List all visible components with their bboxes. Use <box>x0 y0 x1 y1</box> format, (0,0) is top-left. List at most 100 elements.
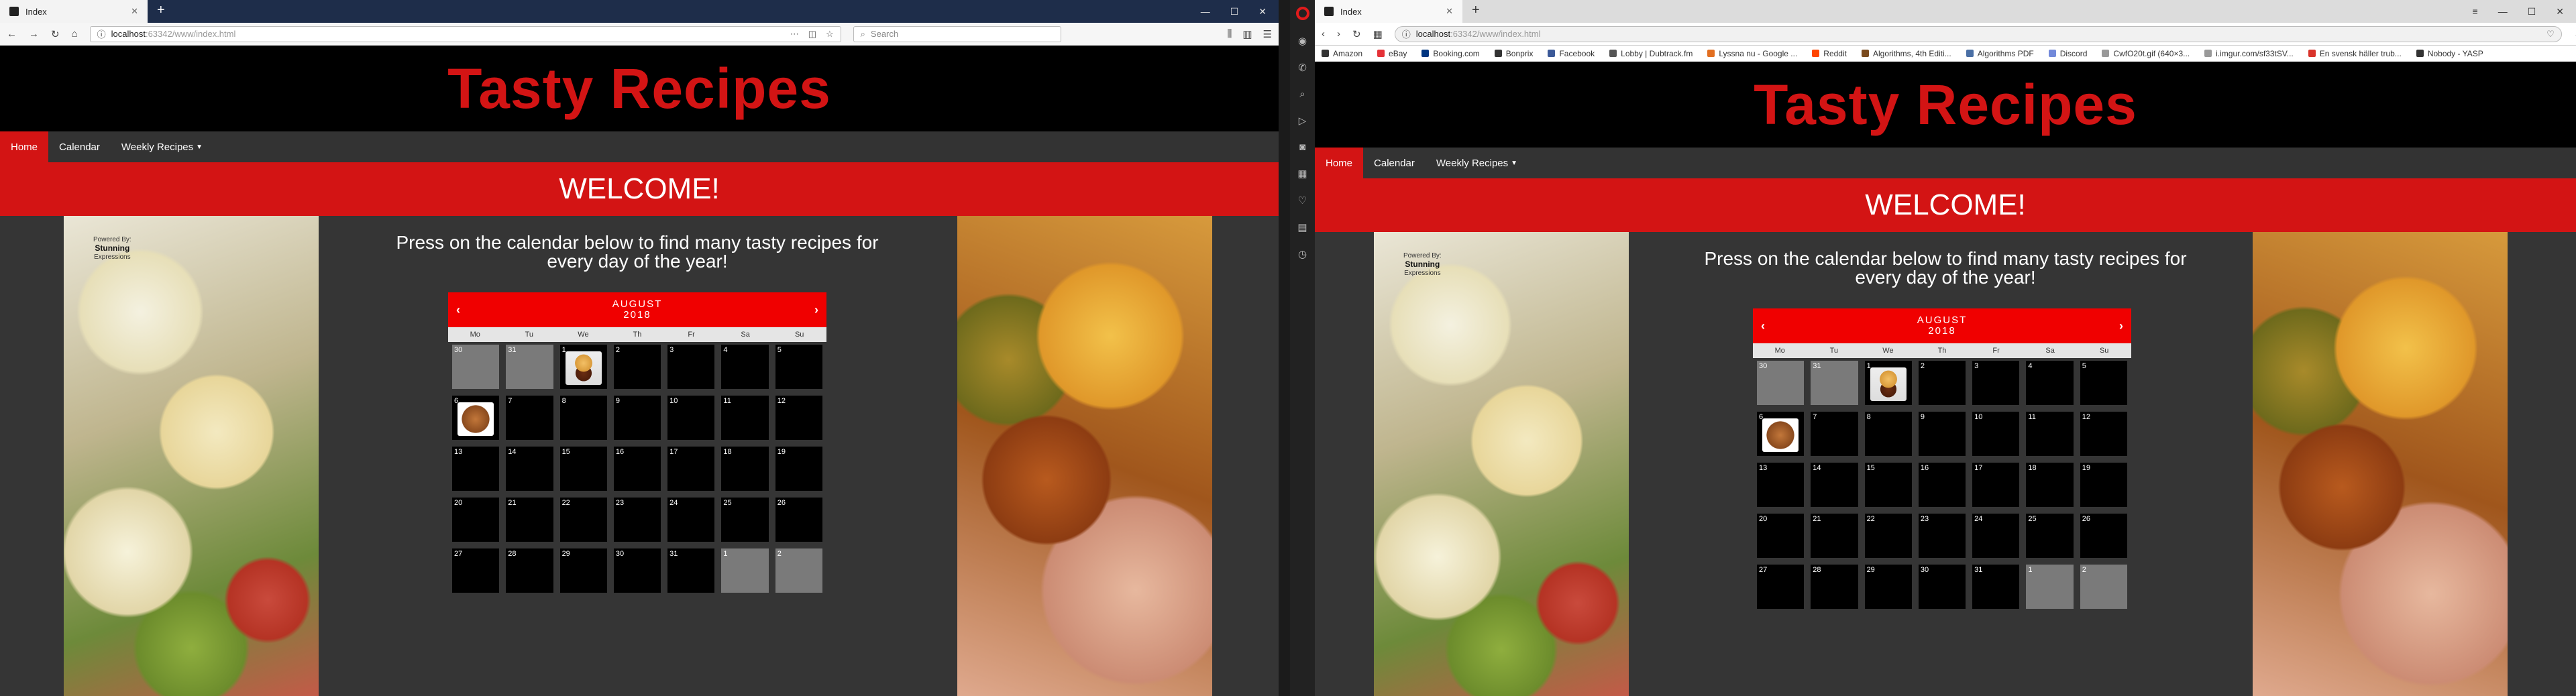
prev-month-icon[interactable]: ‹ <box>456 303 460 317</box>
calendar-day[interactable]: 20 <box>1757 514 1805 558</box>
calendar-day[interactable]: 24 <box>667 498 715 542</box>
calendar-day[interactable]: 2 <box>1918 361 1966 405</box>
bookmark-item[interactable]: Bonprix <box>1494 49 1533 58</box>
calendar-day[interactable]: 8 <box>559 396 607 440</box>
calendar-day[interactable]: 16 <box>1918 463 1966 507</box>
reload-icon[interactable]: ↻ <box>51 28 60 40</box>
calendar-day[interactable]: 30 <box>613 548 661 593</box>
calendar-day[interactable]: 25 <box>2026 514 2074 558</box>
recipe-thumbnail-burger[interactable] <box>565 351 602 385</box>
calendar-day[interactable]: 2 <box>613 345 661 389</box>
bookmark-item[interactable]: Lobby | Dubtrack.fm <box>1609 49 1693 58</box>
bookmark-item[interactable]: i.imgur.com/sf33tSV... <box>2204 49 2294 58</box>
calendar-day[interactable]: 13 <box>452 447 500 491</box>
reload-icon[interactable]: ↻ <box>1352 28 1361 40</box>
bookmark-star-icon[interactable]: ☆ <box>826 29 834 40</box>
calendar-day[interactable]: 15 <box>1864 463 1912 507</box>
calendar-day[interactable]: 31 <box>506 345 553 389</box>
prev-month-icon[interactable]: ‹ <box>1761 319 1765 333</box>
calendar-day[interactable]: 31 <box>1811 361 1858 405</box>
forward-icon[interactable]: → <box>29 28 39 40</box>
flow-icon[interactable]: ▷ <box>1299 115 1307 127</box>
bookmark-item[interactable]: Amazon <box>1322 49 1362 58</box>
bookmark-item[interactable]: Lyssna nu - Google ... <box>1707 49 1797 58</box>
calendar-day[interactable]: 17 <box>667 447 715 491</box>
sidebar-toggle-icon[interactable]: ▥ <box>1242 28 1252 40</box>
nav-home-link[interactable]: Home <box>1315 148 1364 178</box>
minimize-icon[interactable]: — <box>2498 6 2508 17</box>
info-icon[interactable]: ⓘ <box>1402 27 1411 40</box>
calendar-day[interactable]: 19 <box>2080 463 2127 507</box>
calendar-day[interactable]: 30 <box>1918 565 1966 609</box>
bookmark-item[interactable]: En svensk häller trub... <box>2308 49 2402 58</box>
calendar-day[interactable]: 3 <box>667 345 715 389</box>
speed-dial-icon[interactable]: ▦ <box>1297 168 1307 180</box>
calendar-day[interactable]: 27 <box>1757 565 1805 609</box>
bookmark-item[interactable]: CwfO20t.gif (640×3... <box>2102 49 2190 58</box>
address-bar[interactable]: ⓘ localhost :63342/www/index.html ⋯ ◫ ☆ <box>89 25 841 42</box>
forward-icon[interactable]: › <box>1337 28 1340 40</box>
calendar-day[interactable]: 27 <box>452 548 500 593</box>
info-icon[interactable]: ⓘ <box>97 27 106 40</box>
back-icon[interactable]: ‹ <box>1322 28 1325 40</box>
calendar-day[interactable]: 18 <box>2026 463 2074 507</box>
calendar-day[interactable]: 4 <box>721 345 769 389</box>
maximize-icon[interactable]: ☐ <box>2528 6 2536 17</box>
calendar-day[interactable]: 1 <box>721 548 769 593</box>
calendar-day[interactable]: 14 <box>1811 463 1858 507</box>
calendar-day[interactable]: 22 <box>559 498 607 542</box>
calendar-day[interactable]: 26 <box>775 498 822 542</box>
calendar-day[interactable]: 30 <box>1757 361 1805 405</box>
calendar-day[interactable]: 5 <box>775 345 822 389</box>
calendar-day[interactable]: 11 <box>2026 412 2074 456</box>
calendar-day[interactable]: 31 <box>667 548 715 593</box>
recipe-thumbnail-burger[interactable] <box>1870 367 1907 401</box>
calendar-day[interactable]: 9 <box>613 396 661 440</box>
nav-weekly-recipes-dropdown[interactable]: Weekly Recipes ▼ <box>1426 148 1528 178</box>
calendar-day[interactable]: 15 <box>559 447 607 491</box>
calendar-day[interactable]: 24 <box>1972 514 2020 558</box>
calendar-day[interactable]: 1 <box>1864 361 1912 405</box>
messenger-icon[interactable]: ◉ <box>1298 35 1307 47</box>
address-bar[interactable]: ⓘ localhost :63342/www/index.html ♡ <box>1394 25 2562 42</box>
calendar-day[interactable]: 11 <box>721 396 769 440</box>
calendar-day[interactable]: 21 <box>506 498 553 542</box>
back-icon[interactable]: ← <box>7 28 17 40</box>
tabs-grid-icon[interactable]: ▦ <box>1373 28 1383 40</box>
calendar-day[interactable]: 10 <box>667 396 715 440</box>
history-icon[interactable]: ◷ <box>1298 248 1307 260</box>
home-icon[interactable]: ⌂ <box>72 28 78 40</box>
bookmark-item[interactable]: Facebook <box>1548 49 1595 58</box>
calendar-day[interactable]: 2 <box>775 548 822 593</box>
new-tab-icon[interactable]: + <box>1462 0 1489 23</box>
bookmark-item[interactable]: Reddit <box>1812 49 1847 58</box>
pocket-icon[interactable]: ◫ <box>808 29 816 40</box>
calendar-day[interactable]: 13 <box>1757 463 1805 507</box>
calendar-day[interactable]: 26 <box>2080 514 2127 558</box>
recipe-thumbnail-cookie[interactable] <box>458 402 494 436</box>
calendar-day[interactable]: 17 <box>1972 463 2020 507</box>
calendar-day[interactable]: 14 <box>506 447 553 491</box>
calendar-day[interactable]: 7 <box>1811 412 1858 456</box>
nav-calendar-link[interactable]: Calendar <box>1363 148 1426 178</box>
bookmark-item[interactable]: Booking.com <box>1421 49 1480 58</box>
calendar-day[interactable]: 3 <box>1972 361 2020 405</box>
calendar-day[interactable]: 8 <box>1864 412 1912 456</box>
calendar-day[interactable]: 29 <box>1864 565 1912 609</box>
close-tab-icon[interactable]: ✕ <box>1446 6 1453 17</box>
calendar-day[interactable]: 12 <box>775 396 822 440</box>
calendar-day[interactable]: 25 <box>721 498 769 542</box>
close-window-icon[interactable]: ✕ <box>1258 6 1267 17</box>
calendar-day[interactable]: 1 <box>559 345 607 389</box>
next-month-icon[interactable]: › <box>2119 319 2123 333</box>
new-tab-icon[interactable]: + <box>148 0 174 23</box>
snapshot-icon[interactable]: ◙ <box>1299 141 1305 153</box>
bookmark-item[interactable]: Algorithms PDF <box>1966 49 2034 58</box>
close-tab-icon[interactable]: ✕ <box>131 6 138 17</box>
calendar-day[interactable]: 29 <box>559 548 607 593</box>
menu-icon[interactable]: ≡ <box>2473 6 2478 17</box>
calendar-day[interactable]: 23 <box>1918 514 1966 558</box>
next-month-icon[interactable]: › <box>814 303 818 317</box>
close-window-icon[interactable]: ✕ <box>2556 6 2564 17</box>
calendar-day[interactable]: 12 <box>2080 412 2127 456</box>
